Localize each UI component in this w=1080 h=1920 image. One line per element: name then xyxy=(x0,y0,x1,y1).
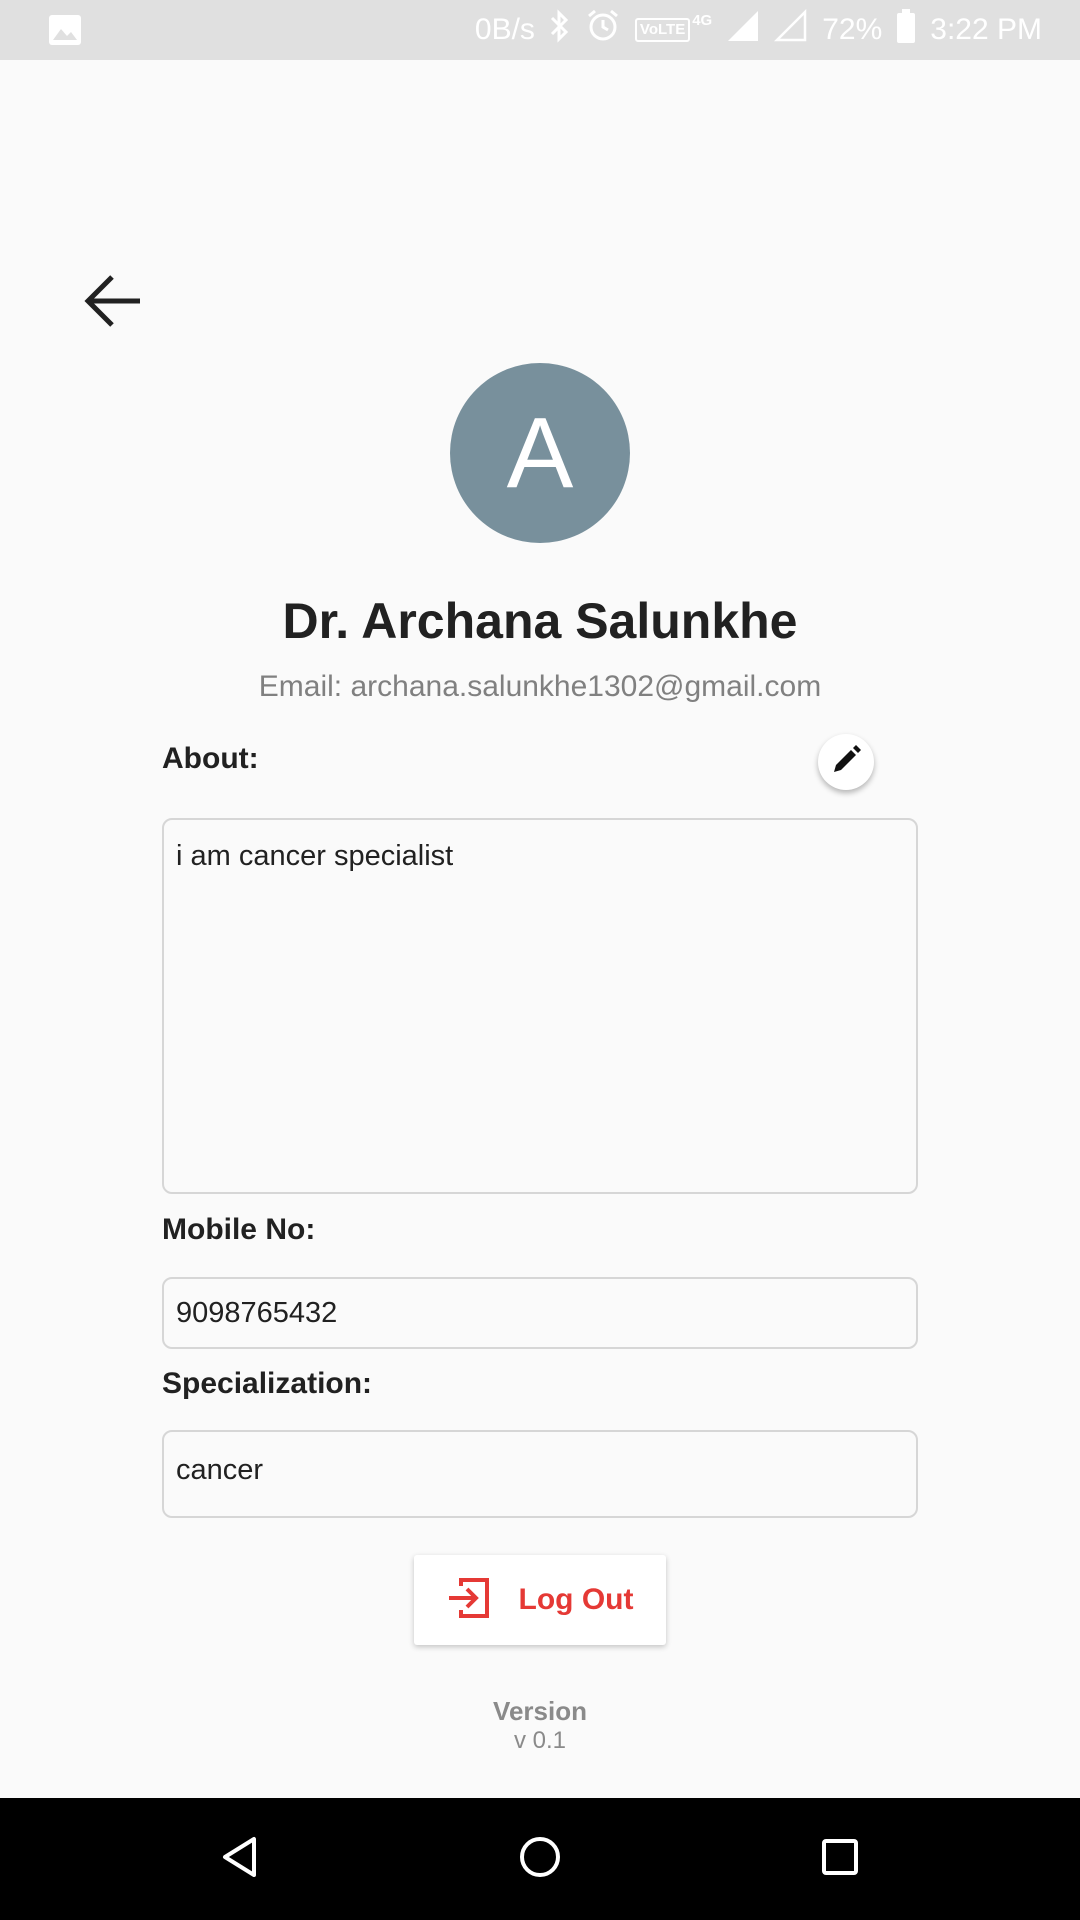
edit-button[interactable] xyxy=(818,734,874,790)
arrow-left-icon xyxy=(84,274,142,333)
no-signal-icon xyxy=(774,8,808,51)
about-textarea[interactable]: i am cancer specialist xyxy=(162,818,918,1194)
nav-home-button[interactable] xyxy=(510,1829,570,1889)
battery-icon xyxy=(896,8,916,52)
signal-icon xyxy=(726,9,760,51)
clock: 3:22 PM xyxy=(930,13,1042,46)
avatar: A xyxy=(450,363,630,543)
logout-label: Log Out xyxy=(518,1583,634,1616)
avatar-letter: A xyxy=(506,397,574,509)
navigation-bar xyxy=(0,1798,1080,1920)
gallery-notification-icon xyxy=(48,14,82,46)
pencil-icon xyxy=(831,744,861,780)
alarm-icon xyxy=(585,8,621,52)
circle-home-icon xyxy=(518,1835,562,1884)
nav-back-button[interactable] xyxy=(210,1829,270,1889)
about-label: About: xyxy=(162,742,259,775)
square-recents-icon xyxy=(820,1837,860,1882)
email-text: Email: archana.salunkhe1302@gmail.com xyxy=(258,670,822,703)
status-bar: 0B/s VoLTE 4G 72% 3:22 PM xyxy=(0,0,1080,60)
network-type: 4G xyxy=(692,12,713,29)
triangle-back-icon xyxy=(220,1835,260,1884)
net-speed: 0B/s xyxy=(474,13,535,46)
bluetooth-icon xyxy=(549,9,571,51)
exit-icon xyxy=(447,1576,491,1625)
version-value: v 0.1 xyxy=(513,1727,567,1754)
volte-badge: VoLTE xyxy=(634,18,691,42)
logout-button[interactable]: Log Out xyxy=(414,1555,666,1645)
mobile-label: Mobile No: xyxy=(162,1213,316,1246)
mobile-field[interactable]: 9098765432 xyxy=(162,1277,918,1349)
back-button[interactable] xyxy=(82,272,144,334)
specialization-field[interactable]: cancer xyxy=(162,1430,918,1518)
version-label: Version xyxy=(493,1696,587,1726)
doctor-name: Dr. Archana Salunkhe xyxy=(282,593,798,649)
status-icons: 0B/s VoLTE 4G 72% 3:22 PM xyxy=(475,0,1042,60)
nav-recents-button[interactable] xyxy=(810,1829,870,1889)
battery-percent: 72% xyxy=(822,13,883,46)
specialization-label: Specialization: xyxy=(162,1367,373,1400)
